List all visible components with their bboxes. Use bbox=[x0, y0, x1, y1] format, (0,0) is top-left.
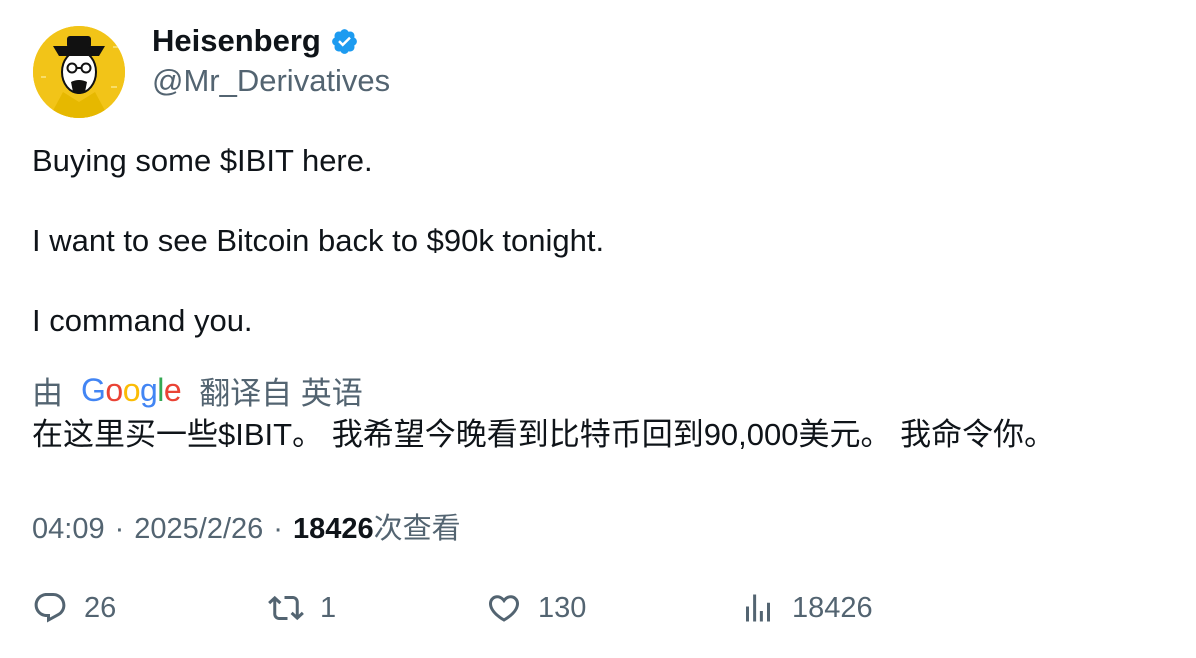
translation-prefix: 由 bbox=[32, 376, 63, 411]
google-logo[interactable]: Google bbox=[81, 372, 182, 409]
tweet-actions-bar: 26 1 130 18426 bbox=[32, 590, 1172, 634]
reply-count: 26 bbox=[84, 591, 117, 624]
tweet-time[interactable]: 04:09 bbox=[32, 513, 105, 546]
author-name-row: Heisenberg bbox=[152, 22, 359, 60]
translation-suffix: 翻译自 英语 bbox=[199, 376, 363, 411]
like-count: 130 bbox=[538, 591, 587, 624]
reply-icon bbox=[34, 593, 66, 623]
translation-attribution: 由 Google 翻译自 英语 bbox=[32, 368, 363, 413]
meta-separator: · bbox=[273, 513, 283, 545]
views-icon bbox=[746, 594, 770, 622]
like-icon bbox=[488, 595, 520, 622]
tweet-text-line: Buying some $IBIT here. bbox=[32, 143, 373, 178]
translated-tweet-text: 在这里买一些$IBIT。 我希望今晚看到比特币回到90,000美元。 我命令你。 bbox=[32, 417, 1056, 452]
avatar[interactable] bbox=[33, 26, 125, 118]
reply-button[interactable]: 26 bbox=[32, 590, 116, 626]
views-count: 18426 bbox=[292, 513, 374, 545]
views-action-count: 18426 bbox=[792, 591, 873, 624]
meta-separator: · bbox=[114, 513, 125, 545]
heisenberg-avatar-image bbox=[33, 26, 125, 118]
retweet-icon bbox=[268, 595, 304, 621]
tweet-meta: 04:09 · 2025/2/26 · 18426 次查看 bbox=[32, 505, 461, 547]
verified-badge-icon[interactable] bbox=[330, 27, 359, 56]
retweet-count: 1 bbox=[320, 591, 337, 624]
views-button[interactable]: 18426 bbox=[740, 590, 873, 626]
tweet-text-line: I want to see Bitcoin back to $90k tonig… bbox=[32, 223, 605, 258]
author-display-name[interactable]: Heisenberg bbox=[152, 22, 321, 60]
views-label: 次查看 bbox=[373, 513, 461, 545]
author-handle[interactable]: @Mr_Derivatives bbox=[152, 62, 390, 100]
tweet-date[interactable]: 2025/2/26 bbox=[134, 513, 263, 546]
retweet-button[interactable]: 1 bbox=[268, 590, 336, 626]
like-button[interactable]: 130 bbox=[486, 590, 586, 626]
tweet-text-line: I command you. bbox=[32, 303, 253, 338]
